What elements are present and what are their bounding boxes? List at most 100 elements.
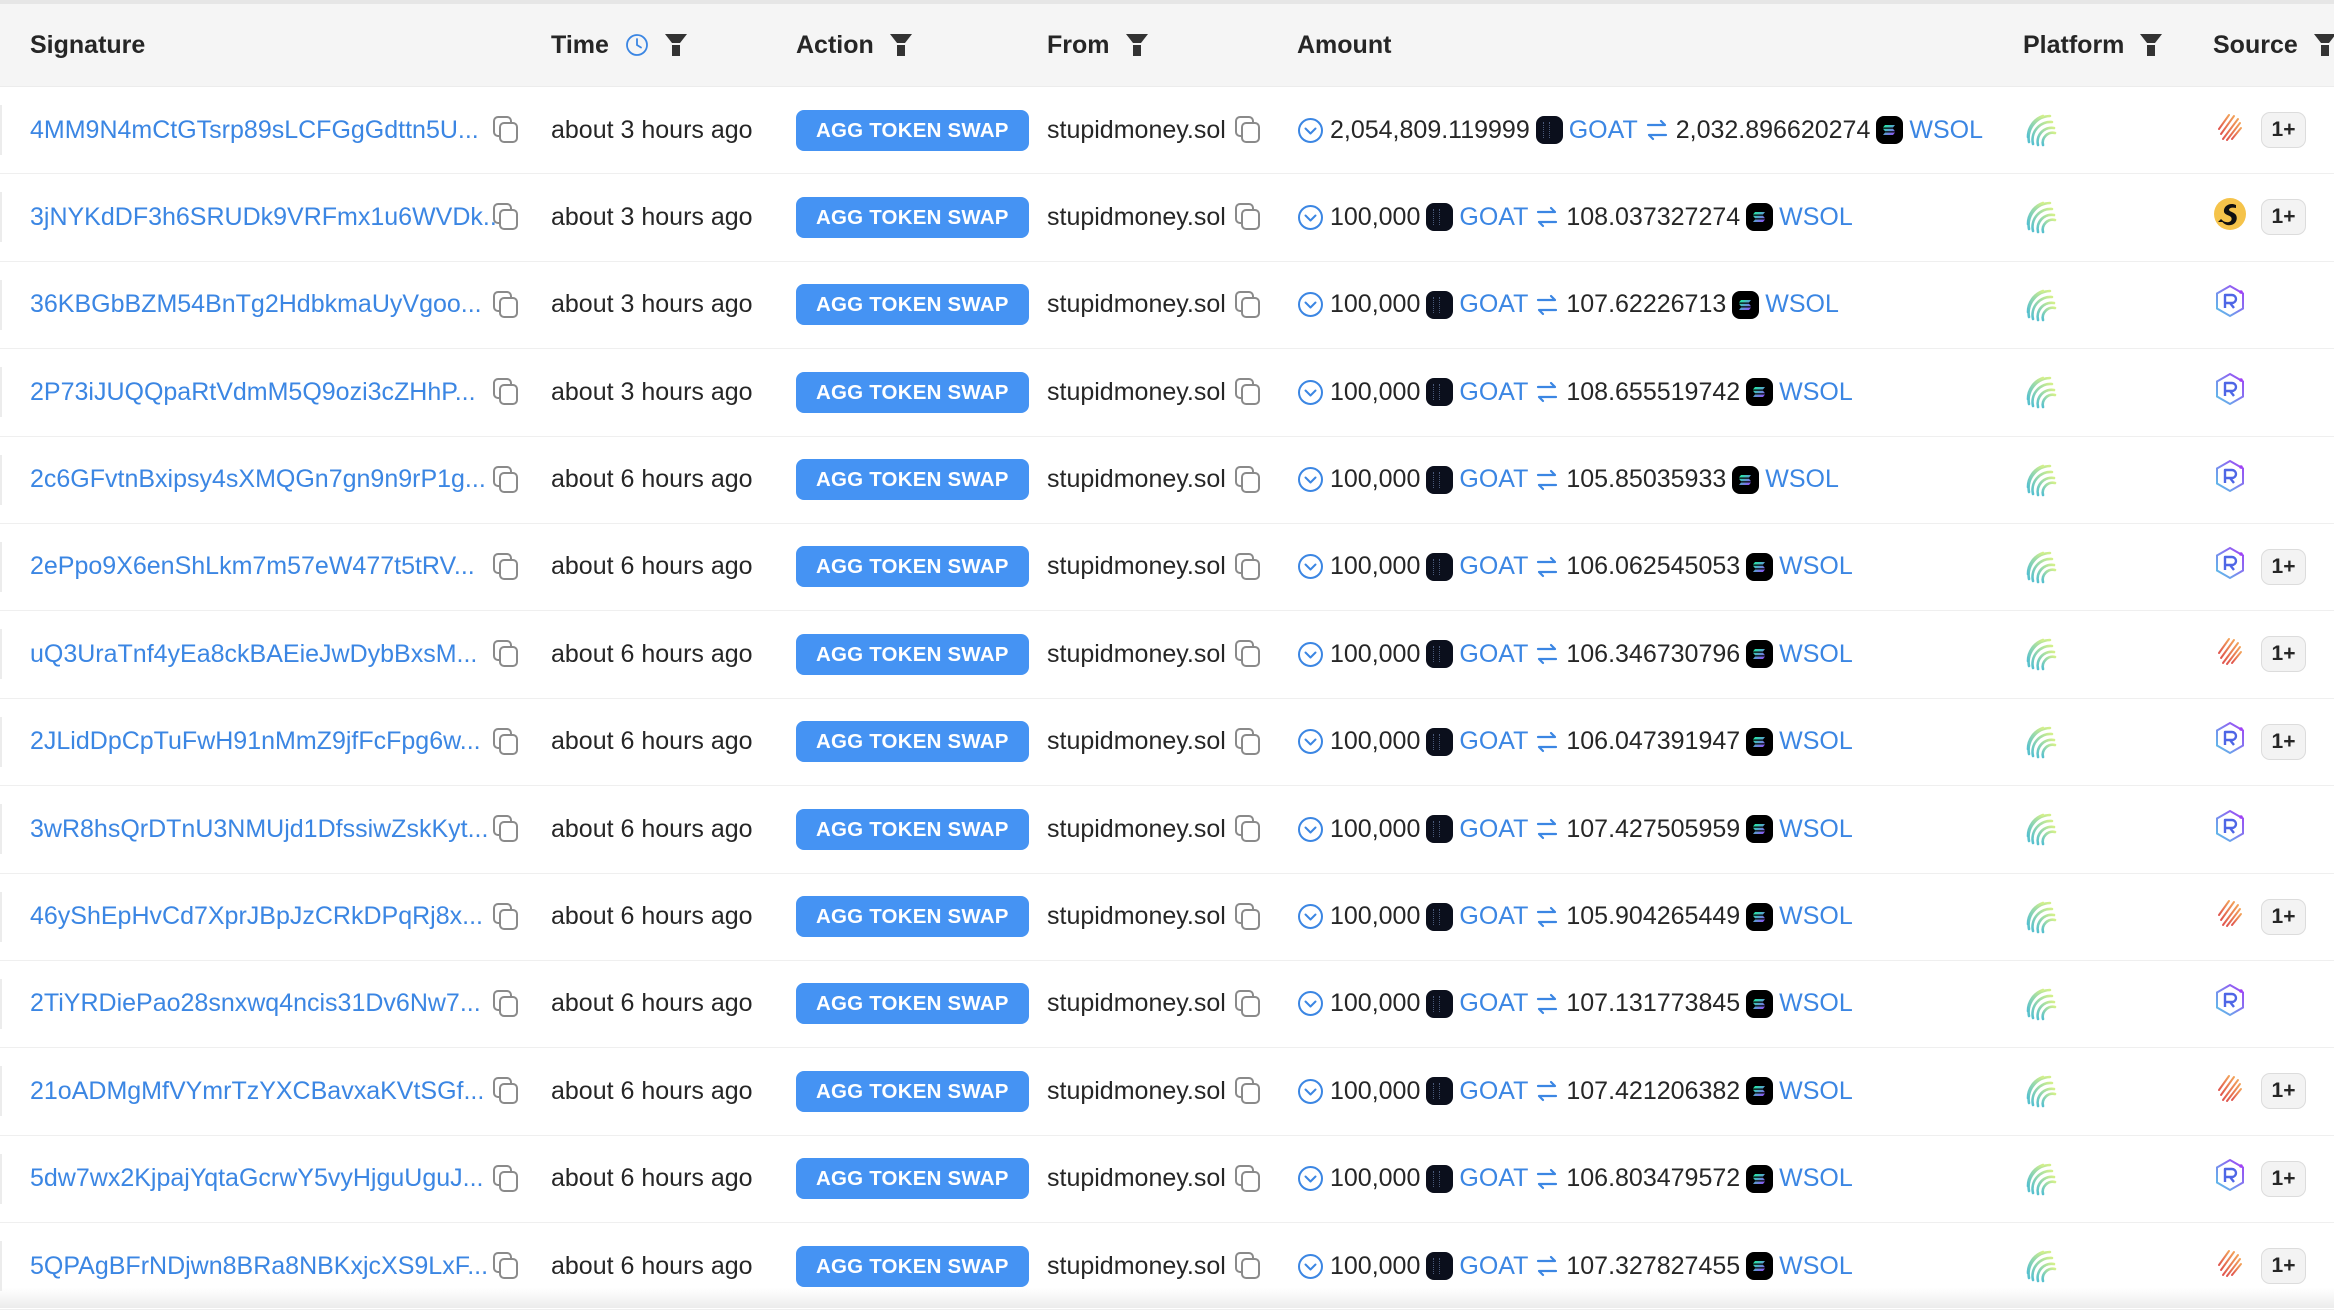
raydium-source[interactable] — [2213, 284, 2247, 325]
clock-icon[interactable] — [625, 33, 649, 57]
action-badge[interactable]: AGG TOKEN SWAP — [796, 896, 1029, 938]
filter-icon[interactable] — [889, 33, 912, 57]
token-out-link[interactable]: WSOL — [1779, 727, 1853, 756]
more-sources-button[interactable]: 1+ — [2261, 1248, 2306, 1285]
copy-signature-button[interactable] — [492, 611, 520, 697]
signature-link[interactable]: 2JLidDpCpTuFwH91nMmZ9jfFcFpg6w... — [30, 699, 481, 785]
token-in-link[interactable]: GOAT — [1459, 1164, 1528, 1193]
chevron-down-circle-icon[interactable] — [1297, 553, 1324, 580]
raydium-source[interactable] — [2213, 983, 2247, 1024]
copy-icon[interactable] — [1234, 377, 1262, 407]
signature-link[interactable]: uQ3UraTnf4yEa8ckBAEieJwDybBxsM... — [30, 611, 477, 697]
platform-stripes-icon[interactable] — [2023, 113, 2057, 147]
copy-icon[interactable] — [1234, 115, 1262, 145]
chevron-down-circle-icon[interactable] — [1297, 1078, 1324, 1105]
token-in-link[interactable]: GOAT — [1459, 465, 1528, 494]
signature-link[interactable]: 2TiYRDiePao28snxwq4ncis31Dv6Nw7... — [30, 961, 481, 1047]
copy-signature-button[interactable] — [492, 874, 520, 960]
token-out-link[interactable]: WSOL — [1909, 116, 1983, 145]
raydium-source[interactable] — [2213, 372, 2247, 413]
platform-stripes-icon[interactable] — [2023, 900, 2057, 934]
signature-link[interactable]: 2ePpo9X6enShLkm7m57eW477t5tRV... — [30, 524, 475, 610]
orange-stripes-source[interactable] — [2213, 634, 2247, 675]
from-address[interactable]: stupidmoney.sol — [1047, 815, 1226, 844]
more-sources-button[interactable]: 1+ — [2261, 636, 2306, 673]
copy-icon[interactable] — [1234, 465, 1262, 495]
chevron-down-circle-icon[interactable] — [1297, 903, 1324, 930]
raydium-source[interactable] — [2213, 721, 2247, 762]
chevron-down-circle-icon[interactable] — [1297, 466, 1324, 493]
filter-icon[interactable] — [2140, 33, 2163, 57]
chevron-down-circle-icon[interactable] — [1297, 379, 1324, 406]
from-address[interactable]: stupidmoney.sol — [1047, 1164, 1226, 1193]
action-badge[interactable]: AGG TOKEN SWAP — [796, 983, 1029, 1025]
platform-stripes-icon[interactable] — [2023, 288, 2057, 322]
from-address[interactable]: stupidmoney.sol — [1047, 727, 1226, 756]
from-address[interactable]: stupidmoney.sol — [1047, 989, 1226, 1018]
filter-icon[interactable] — [664, 33, 687, 57]
action-badge[interactable]: AGG TOKEN SWAP — [796, 633, 1029, 675]
token-out-link[interactable]: WSOL — [1779, 552, 1853, 581]
platform-stripes-icon[interactable] — [2023, 987, 2057, 1021]
chevron-down-circle-icon[interactable] — [1297, 204, 1324, 231]
raydium-source[interactable] — [2213, 809, 2247, 850]
token-in-link[interactable]: GOAT — [1459, 815, 1528, 844]
platform-stripes-icon[interactable] — [2023, 812, 2057, 846]
token-out-link[interactable]: WSOL — [1779, 989, 1853, 1018]
filter-icon[interactable] — [2313, 33, 2334, 57]
action-badge[interactable]: AGG TOKEN SWAP — [796, 1245, 1029, 1287]
more-sources-button[interactable]: 1+ — [2261, 1160, 2306, 1197]
platform-stripes-icon[interactable] — [2023, 200, 2057, 234]
copy-icon[interactable] — [1234, 902, 1262, 932]
from-address[interactable]: stupidmoney.sol — [1047, 465, 1226, 494]
orange-stripes-source[interactable] — [2213, 110, 2247, 151]
token-in-link[interactable]: GOAT — [1459, 989, 1528, 1018]
copy-icon[interactable] — [1234, 290, 1262, 320]
copy-icon[interactable] — [1234, 639, 1262, 669]
copy-signature-button[interactable] — [492, 1223, 520, 1309]
from-address[interactable]: stupidmoney.sol — [1047, 290, 1226, 319]
copy-icon[interactable] — [1234, 202, 1262, 232]
from-address[interactable]: stupidmoney.sol — [1047, 640, 1226, 669]
copy-signature-button[interactable] — [492, 437, 520, 523]
token-in-link[interactable]: GOAT — [1459, 552, 1528, 581]
signature-link[interactable]: 36KBGbBZM54BnTg2HdbkmaUyVgoo... — [30, 262, 482, 348]
platform-stripes-icon[interactable] — [2023, 550, 2057, 584]
more-sources-button[interactable]: 1+ — [2261, 1073, 2306, 1110]
token-out-link[interactable]: WSOL — [1779, 378, 1853, 407]
token-in-link[interactable]: GOAT — [1569, 116, 1638, 145]
token-out-link[interactable]: WSOL — [1779, 1252, 1853, 1281]
orange-stripes-source[interactable] — [2213, 1071, 2247, 1112]
copy-icon[interactable] — [1234, 727, 1262, 757]
token-in-link[interactable]: GOAT — [1459, 727, 1528, 756]
more-sources-button[interactable]: 1+ — [2261, 723, 2306, 760]
token-out-link[interactable]: WSOL — [1779, 1077, 1853, 1106]
action-badge[interactable]: AGG TOKEN SWAP — [796, 1070, 1029, 1112]
token-in-link[interactable]: GOAT — [1459, 203, 1528, 232]
copy-signature-button[interactable] — [492, 1136, 520, 1222]
more-sources-button[interactable]: 1+ — [2261, 548, 2306, 585]
token-in-link[interactable]: GOAT — [1459, 290, 1528, 319]
from-address[interactable]: stupidmoney.sol — [1047, 552, 1226, 581]
token-out-link[interactable]: WSOL — [1765, 290, 1839, 319]
raydium-source[interactable] — [2213, 1158, 2247, 1199]
copy-signature-button[interactable] — [492, 524, 520, 610]
more-sources-button[interactable]: 1+ — [2261, 898, 2306, 935]
token-in-link[interactable]: GOAT — [1459, 902, 1528, 931]
action-badge[interactable]: AGG TOKEN SWAP — [796, 546, 1029, 588]
filter-icon[interactable] — [1125, 33, 1148, 57]
raydium-source[interactable] — [2213, 459, 2247, 500]
platform-stripes-icon[interactable] — [2023, 637, 2057, 671]
chevron-down-circle-icon[interactable] — [1297, 1165, 1324, 1192]
token-out-link[interactable]: WSOL — [1779, 640, 1853, 669]
orange-stripes-source[interactable] — [2213, 1246, 2247, 1287]
signature-link[interactable]: 5QPAgBFrNDjwn8BRa8NBKxjcXS9LxF... — [30, 1223, 488, 1309]
platform-stripes-icon[interactable] — [2023, 375, 2057, 409]
copy-icon[interactable] — [1234, 1251, 1262, 1281]
copy-icon[interactable] — [1234, 814, 1262, 844]
copy-signature-button[interactable] — [492, 699, 520, 785]
copy-signature-button[interactable] — [492, 1048, 520, 1134]
from-address[interactable]: stupidmoney.sol — [1047, 203, 1226, 232]
signature-link[interactable]: 2P73iJUQQpaRtVdmM5Q9ozi3cZHhP... — [30, 349, 476, 435]
from-address[interactable]: stupidmoney.sol — [1047, 378, 1226, 407]
